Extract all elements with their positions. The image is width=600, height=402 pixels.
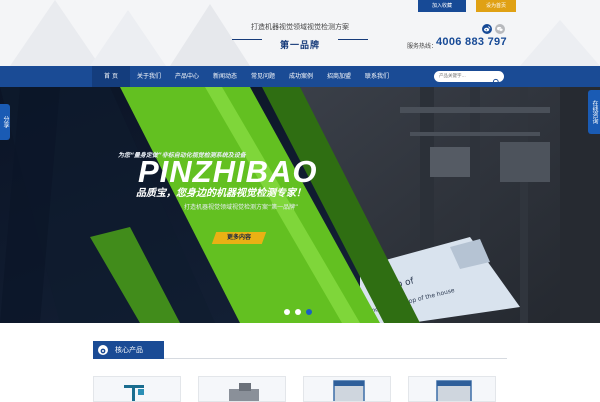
nav-item-contact[interactable]: 联系我们	[358, 66, 396, 87]
online-consult-tab[interactable]: 在线咨询	[588, 90, 600, 134]
site-header: 打造机器视觉领域视觉检测方案 第一品牌 加入收藏 设为首页 服务热线： 4006…	[0, 0, 600, 66]
banner-graphic: on top of mouse is on top of the house	[0, 87, 600, 323]
nav-item-news[interactable]: 新闻动态	[206, 66, 244, 87]
banner-headline: 品质宝，您身边的机器视觉检测专家！	[136, 188, 306, 199]
more-content-label: 更多内容	[226, 234, 251, 241]
product-card-4[interactable]	[408, 376, 496, 402]
hotline-label: 服务热线：	[407, 43, 438, 50]
slider-dot-2[interactable]	[295, 309, 301, 315]
nav-item-about[interactable]: 关于我们	[130, 66, 168, 87]
product-image	[124, 385, 144, 401]
brand-divider	[338, 39, 368, 40]
product-card-2[interactable]	[198, 376, 286, 402]
nav-items: 首 页 关于我们 产品中心 新闻动态 常见问题 成功案例 招商加盟 联系我们	[92, 66, 396, 87]
section-divider	[164, 358, 507, 359]
nav-item-cases[interactable]: 成功案例	[282, 66, 320, 87]
header-decoration	[10, 0, 100, 66]
product-list	[93, 376, 496, 402]
slider-dot-1[interactable]	[284, 309, 290, 315]
add-favorite-button[interactable]: 加入收藏	[418, 0, 466, 12]
nav-item-join[interactable]: 招商加盟	[320, 66, 358, 87]
header-brand: 第一品牌	[232, 33, 368, 52]
slider-dots	[284, 309, 312, 315]
product-image	[436, 380, 472, 401]
header-decoration	[520, 20, 600, 66]
section-title-text: 核心产品	[115, 346, 143, 354]
product-card-1[interactable]	[93, 376, 181, 402]
set-homepage-button[interactable]: 设为首页	[476, 0, 516, 12]
search-input[interactable]	[439, 72, 489, 81]
more-content-button[interactable]: 更多内容	[211, 232, 267, 244]
wechat-icon[interactable]	[495, 24, 505, 34]
slider-dot-3[interactable]	[306, 309, 312, 315]
header-decoration	[90, 10, 166, 66]
nav-item-faq[interactable]: 常见问题	[244, 66, 282, 87]
header-slogan: 打造机器视觉领域视觉检测方案	[251, 23, 349, 31]
nav-item-home[interactable]: 首 页	[92, 66, 130, 87]
brand-title: 第一品牌	[279, 41, 320, 51]
hotline-number: 4006 883 797	[436, 36, 507, 48]
product-card-3[interactable]	[303, 376, 391, 402]
section-title-products: 核心产品	[93, 341, 164, 359]
search-icon[interactable]	[492, 72, 501, 87]
banner-subline: 打造机器视觉领域视觉检测方案“第一品牌”	[184, 204, 299, 211]
hero-banner: on top of mouse is on top of the house 为…	[0, 87, 600, 323]
nav-item-products[interactable]: 产品中心	[168, 66, 206, 87]
brand-divider	[232, 39, 262, 40]
settings-icon	[98, 345, 108, 355]
share-tab[interactable]: 分享	[0, 104, 10, 140]
search-box	[434, 71, 504, 87]
main-nav: 首 页 关于我们 产品中心 新闻动态 常见问题 成功案例 招商加盟 联系我们	[0, 66, 600, 87]
product-image	[333, 380, 365, 401]
product-image	[229, 383, 259, 401]
weibo-icon[interactable]	[482, 24, 492, 34]
